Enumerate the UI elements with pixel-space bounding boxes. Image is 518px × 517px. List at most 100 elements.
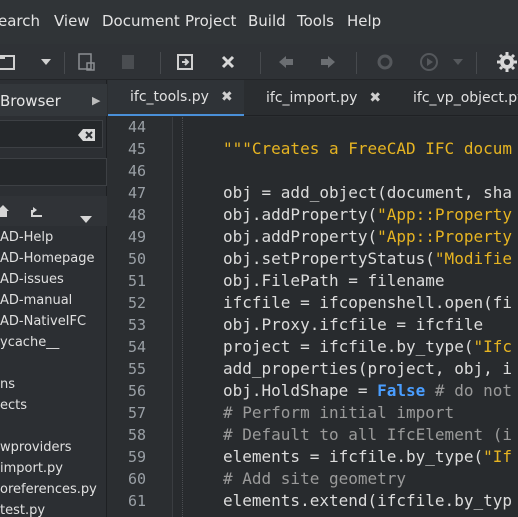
list-item[interactable]: AD-NativeIFC	[0, 314, 86, 329]
list-item[interactable]: AD-issues	[0, 272, 64, 287]
open-file-icon[interactable]	[0, 44, 18, 80]
reload-icon[interactable]	[172, 44, 198, 80]
code-string: "Ifc	[473, 337, 512, 356]
code-line: obj.setPropertyStatus("Modifie	[223, 249, 512, 268]
close-icon[interactable]	[216, 44, 240, 80]
gear-icon[interactable]	[494, 44, 518, 80]
line-number: 44	[127, 118, 146, 136]
close-icon[interactable]: ✖	[221, 89, 233, 105]
code-line: """Creates a FreeCAD IFC docum	[223, 139, 512, 158]
line-number: 45	[127, 140, 146, 158]
code-line: add_properties(project, obj, i	[223, 359, 512, 378]
code-string: "If	[483, 447, 512, 466]
chevron-down-icon[interactable]	[80, 208, 92, 227]
menu-tools[interactable]: Tools	[297, 12, 334, 30]
tab-ifc-tools[interactable]: ifc_tools.py ✖	[108, 80, 244, 116]
forward-arrow-icon[interactable]	[316, 44, 340, 80]
code-line: obj.HoldShape = False # do not	[223, 381, 512, 400]
toolbar-divider	[476, 52, 477, 74]
code-line: obj.FilePath = filename	[223, 271, 445, 290]
tab-label: ifc_import.py	[266, 90, 358, 106]
chevron-down-icon[interactable]	[36, 44, 56, 80]
code-line: obj.addProperty("App::Property	[223, 205, 512, 224]
toolbar-divider	[160, 52, 161, 74]
line-number: 50	[127, 250, 146, 268]
code-string: "App::Property	[377, 205, 512, 224]
menu-help[interactable]: Help	[347, 12, 381, 30]
code-keyword: False	[377, 381, 426, 400]
toolbar	[0, 44, 518, 80]
clear-icon[interactable]	[78, 127, 96, 146]
save-all-icon[interactable]	[116, 44, 140, 80]
refresh-icon[interactable]	[372, 44, 398, 80]
menu-project[interactable]: Project	[185, 12, 236, 30]
file-browser-panel: Browser ▶ AD-Help AD-Homepage AD-issues …	[0, 80, 107, 517]
code-line: obj.Proxy.ifcfile = ifcfile	[223, 315, 484, 334]
line-number: 57	[127, 404, 146, 422]
list-item[interactable]: import.py	[0, 461, 63, 476]
back-arrow-icon[interactable]	[274, 44, 298, 80]
tab-ifc-import[interactable]: ifc_import.py ✖	[246, 80, 386, 116]
code-comment: # Perform initial import	[223, 403, 455, 422]
list-item[interactable]: wproviders	[0, 440, 72, 455]
tab-label: ifc_vp_object.py	[413, 90, 518, 106]
list-item[interactable]: AD-Help	[0, 230, 53, 245]
menu-document[interactable]: Document	[102, 12, 180, 30]
code-text: obj.addProperty(	[223, 205, 378, 224]
line-number: 53	[127, 316, 146, 334]
line-number: 51	[127, 272, 146, 290]
tab-label: ifc_tools.py	[130, 89, 209, 105]
toolbar-divider	[260, 52, 261, 74]
code-editor[interactable]: 44 45 46 47 48 49 50 51 52 53 54 55 56 5…	[108, 117, 518, 517]
line-number: 47	[127, 184, 146, 202]
line-number: 56	[127, 382, 146, 400]
list-item[interactable]: oreferences.py	[0, 482, 97, 497]
filter-input[interactable]	[0, 158, 107, 186]
code-line: obj = add_object(document, sha	[223, 183, 512, 202]
line-number: 52	[127, 294, 146, 312]
home-icon[interactable]	[0, 203, 10, 222]
code-line: elements = ifcfile.by_type("If	[223, 447, 512, 466]
toolbar-divider	[356, 52, 357, 74]
menu-view[interactable]: View	[54, 12, 90, 30]
menu-search[interactable]: earch	[0, 12, 40, 30]
toolbar-divider	[64, 52, 65, 74]
code-text: elements = ifcfile.by_type(	[223, 447, 484, 466]
code-text: obj.addProperty(	[223, 227, 378, 246]
code-string: "App::Property	[377, 227, 512, 246]
list-item[interactable]: test.py	[0, 503, 45, 517]
code-text: obj.setPropertyStatus(	[223, 249, 435, 268]
close-icon[interactable]: ✖	[369, 90, 381, 106]
list-item[interactable]: ns	[0, 377, 15, 392]
code-line: obj.addProperty("App::Property	[223, 227, 512, 246]
indent-guide	[182, 117, 183, 517]
chevron-right-icon[interactable]: ▶	[92, 94, 100, 107]
line-number-gutter: 44 45 46 47 48 49 50 51 52 53 54 55 56 5…	[108, 117, 172, 517]
line-number: 49	[127, 228, 146, 246]
chevron-down-icon[interactable]	[450, 44, 466, 80]
refresh-icon[interactable]	[30, 204, 44, 223]
list-item[interactable]: ects	[0, 398, 27, 413]
code-comment: # Default to all IfcElement (i	[223, 425, 512, 444]
gutter-divider	[172, 117, 173, 517]
code-comment: # Add site geometry	[223, 469, 407, 488]
code-comment: # do not	[425, 381, 512, 400]
menu-build[interactable]: Build	[248, 12, 286, 30]
tab-ifc-vp-object[interactable]: ifc_vp_object.py	[392, 80, 518, 116]
path-input[interactable]	[0, 120, 103, 148]
run-icon[interactable]	[416, 44, 442, 80]
code-line: elements.extend(ifcfile.by_typ	[223, 491, 512, 510]
code-text: obj.HoldShape =	[223, 381, 378, 400]
line-number: 55	[127, 360, 146, 378]
editor-tab-bar: ifc_tools.py ✖ ifc_import.py ✖ ifc_vp_ob…	[108, 80, 518, 116]
line-number: 54	[127, 338, 146, 356]
line-number: 46	[127, 162, 146, 180]
code-string: "Modifie	[434, 249, 512, 268]
line-number: 58	[127, 426, 146, 444]
panel-header: Browser ▶	[0, 84, 107, 116]
save-icon[interactable]	[74, 44, 98, 80]
code-text: project = ifcfile.by_type(	[223, 337, 474, 356]
list-item[interactable]: AD-Homepage	[0, 251, 94, 266]
list-item[interactable]: AD-manual	[0, 293, 72, 308]
list-item[interactable]: ycache__	[0, 335, 59, 350]
